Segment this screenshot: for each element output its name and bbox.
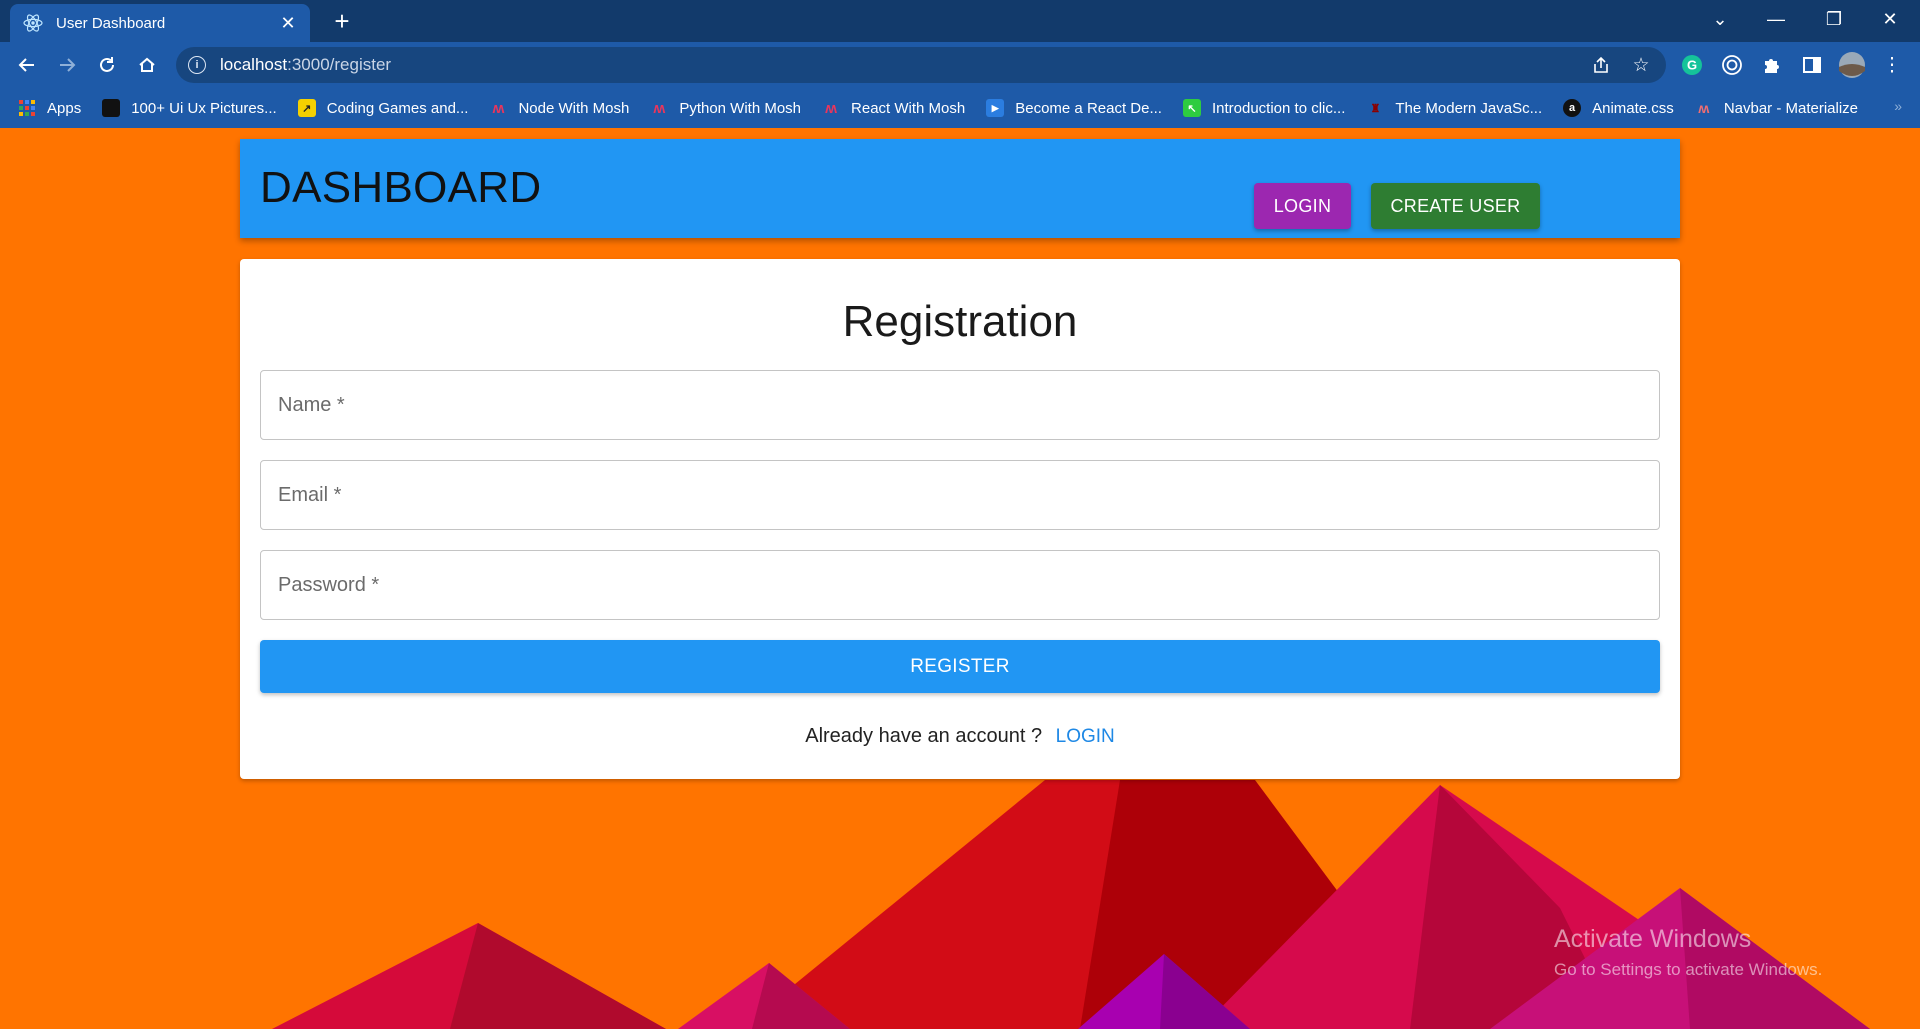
bookmark-icon: a xyxy=(1563,99,1582,117)
bookmarks-overflow-icon[interactable]: » xyxy=(1894,98,1902,114)
bookmarks-bar: Apps 100+ Ui Ux Pictures... ↗ Coding Gam… xyxy=(0,88,1920,128)
bookmark-label: Python With Mosh xyxy=(679,99,802,117)
dashboard-brand[interactable]: DASHBOARD xyxy=(260,163,541,213)
play-icon: ▶ xyxy=(986,99,1005,117)
password-input[interactable] xyxy=(278,551,1659,619)
bookmark-icon: ♜ xyxy=(1370,102,1381,115)
new-tab-button[interactable]: + xyxy=(326,6,358,36)
app-header: DASHBOARD LOGIN CREATE USER xyxy=(240,139,1680,238)
have-account-text: Already have an account ? xyxy=(805,725,1043,747)
bookmark-label: Coding Games and... xyxy=(326,99,469,117)
tab-close-icon[interactable]: ✕ xyxy=(278,13,298,34)
minimize-icon[interactable]: — xyxy=(1748,0,1804,38)
bookmark-item[interactable]: ▶ Become a React De... xyxy=(986,99,1162,117)
address-bar[interactable]: i localhost:3000/register xyxy=(176,47,1666,83)
bookmark-item[interactable]: ↗ Coding Games and... xyxy=(297,99,469,117)
password-field[interactable] xyxy=(260,550,1660,620)
grammarly-icon[interactable]: G xyxy=(1678,51,1706,79)
svg-text:G: G xyxy=(1687,58,1697,73)
registration-card: Registration REGISTER Already have an ac… xyxy=(240,259,1680,779)
react-icon xyxy=(22,12,44,34)
bookmark-label: Become a React De... xyxy=(1015,99,1162,117)
bookmark-apps[interactable]: Apps xyxy=(18,99,81,117)
login-link[interactable]: LOGIN xyxy=(1056,726,1115,747)
browser-tab[interactable]: User Dashboard ✕ xyxy=(10,4,310,42)
login-prompt: Already have an account ? LOGIN xyxy=(240,725,1680,748)
forward-icon[interactable] xyxy=(52,50,82,80)
bookmark-star-icon[interactable]: ☆ xyxy=(1628,52,1654,78)
side-panel-icon[interactable] xyxy=(1798,51,1826,79)
tab-search-icon[interactable]: ⌄ xyxy=(1692,0,1748,38)
materialize-icon: ʍ xyxy=(1698,100,1710,116)
email-input[interactable] xyxy=(278,461,1659,529)
bookmark-item[interactable]: ʍ React With Mosh xyxy=(822,99,965,117)
back-icon[interactable] xyxy=(12,50,42,80)
apps-grid-icon xyxy=(18,99,36,117)
create-user-button[interactable]: CREATE USER xyxy=(1371,183,1540,229)
bookmark-label: React With Mosh xyxy=(851,99,966,117)
reload-icon[interactable] xyxy=(92,50,122,80)
bookmark-item[interactable]: a Animate.css xyxy=(1563,99,1674,117)
mosh-icon: ʍ xyxy=(825,99,837,117)
bookmark-icon: ↗ xyxy=(297,99,316,117)
registration-title: Registration xyxy=(842,297,1078,346)
share-icon[interactable] xyxy=(1588,52,1614,78)
bookmark-item[interactable]: ↖ Introduction to clic... xyxy=(1182,99,1346,117)
bookmark-item[interactable]: ʍ Navbar - Materialize xyxy=(1695,99,1858,117)
extensions-puzzle-icon[interactable] xyxy=(1758,51,1786,79)
bookmark-item[interactable]: ♜ The Modern JavaSc... xyxy=(1366,99,1542,117)
bookmark-label: The Modern JavaSc... xyxy=(1395,99,1543,117)
bookmark-label: 100+ Ui Ux Pictures... xyxy=(131,99,277,117)
bookmark-item[interactable]: ʍ Node With Mosh xyxy=(489,99,630,117)
bookmark-icon: ↖ xyxy=(1182,99,1201,117)
url-path: :3000/register xyxy=(287,55,392,74)
bookmark-label: Navbar - Materialize xyxy=(1723,99,1859,117)
bookmark-label: Introduction to clic... xyxy=(1211,99,1346,117)
home-icon[interactable] xyxy=(132,50,162,80)
url-host: localhost xyxy=(220,55,288,74)
restore-icon[interactable]: ❐ xyxy=(1806,0,1862,38)
site-info-icon[interactable]: i xyxy=(188,56,206,74)
name-input[interactable] xyxy=(278,371,1659,439)
bookmark-item[interactable]: 100+ Ui Ux Pictures... xyxy=(102,99,277,117)
page-viewport: DASHBOARD LOGIN CREATE USER Registration… xyxy=(0,128,1920,1029)
bookmark-label: Node With Mosh xyxy=(518,99,630,117)
bookmark-label: Animate.css xyxy=(1592,99,1674,117)
browser-tabstrip: User Dashboard ✕ + ⌄ — ❐ ✕ xyxy=(0,0,1920,42)
bookmark-icon xyxy=(102,99,121,117)
name-field[interactable] xyxy=(260,370,1660,440)
mosh-icon: ʍ xyxy=(653,99,666,117)
tab-title: User Dashboard xyxy=(56,14,166,32)
profile-avatar-icon[interactable] xyxy=(1838,51,1866,79)
watermark-title: Activate Windows xyxy=(1554,925,1752,953)
mosh-icon: ʍ xyxy=(492,99,505,117)
browser-toolbar: i localhost:3000/register ☆ G ⋮ xyxy=(0,42,1920,88)
windows-activation-watermark: Activate Windows Go to Settings to activ… xyxy=(1554,925,1822,980)
bookmark-item[interactable]: ʍ Python With Mosh xyxy=(650,99,801,117)
browser-menu-icon[interactable]: ⋮ xyxy=(1878,51,1906,79)
close-window-icon[interactable]: ✕ xyxy=(1862,0,1918,38)
extension-target-icon[interactable] xyxy=(1718,51,1746,79)
bookmark-label: Apps xyxy=(47,99,82,117)
register-button[interactable]: REGISTER xyxy=(260,640,1660,693)
email-field[interactable] xyxy=(260,460,1660,530)
header-login-button[interactable]: LOGIN xyxy=(1254,183,1351,229)
watermark-subtitle: Go to Settings to activate Windows. xyxy=(1554,960,1823,979)
